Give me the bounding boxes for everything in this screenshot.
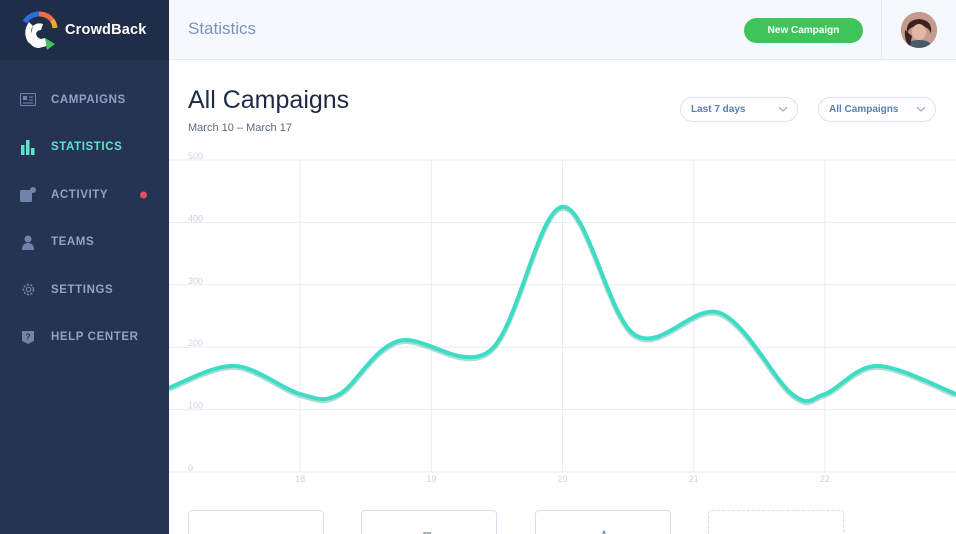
y-tick-label: 200: [188, 338, 203, 348]
sidebar-item-label: CAMPAIGNS: [51, 93, 126, 106]
document-icon: [423, 532, 432, 534]
top-header: Statistics New Campaign: [169, 0, 956, 60]
x-tick-label: 20: [557, 474, 567, 484]
summary-card[interactable]: [535, 510, 671, 534]
sidebar-nav: CAMPAIGNS STATISTICS ACTIVITY TEAMS SETT…: [0, 76, 169, 361]
y-tick-label: 400: [188, 213, 203, 223]
page-title: Statistics: [188, 19, 257, 38]
campaign-select-value: All Campaigns: [829, 104, 899, 115]
teams-icon: [20, 234, 36, 250]
header-divider: [881, 0, 882, 60]
brand-name: CrowdBack: [65, 22, 147, 38]
sidebar-item-help-center[interactable]: ? HELP CENTER: [0, 314, 169, 362]
sidebar: CrowdBack CAMPAIGNS STATISTICS ACTIVITY: [0, 0, 169, 534]
sidebar-item-label: STATISTICS: [51, 141, 123, 154]
notification-dot: [140, 191, 147, 199]
clock-icon: [189, 525, 325, 534]
sidebar-item-label: SETTINGS: [51, 283, 114, 296]
activity-icon: [20, 187, 36, 203]
sidebar-item-label: HELP CENTER: [51, 331, 139, 344]
date-range: March 10 – March 17: [188, 122, 292, 134]
svg-text:?: ?: [26, 332, 31, 341]
x-tick-label: 22: [820, 474, 830, 484]
x-tick-label: 19: [426, 474, 436, 484]
x-tick-label: 21: [689, 474, 699, 484]
sidebar-item-activity[interactable]: ACTIVITY: [0, 171, 169, 219]
y-tick-label: 300: [188, 276, 203, 286]
new-campaign-button[interactable]: New Campaign: [744, 18, 863, 43]
sidebar-item-settings[interactable]: SETTINGS: [0, 266, 169, 314]
add-card-placeholder[interactable]: [708, 510, 844, 534]
period-select[interactable]: Last 7 days: [680, 97, 798, 122]
chevron-down-icon: [916, 106, 926, 112]
sidebar-item-label: ACTIVITY: [51, 188, 109, 201]
period-select-value: Last 7 days: [691, 104, 746, 115]
bar-chart-icon: [20, 139, 36, 155]
main-title: All Campaigns: [188, 86, 350, 114]
sidebar-item-label: TEAMS: [51, 236, 95, 249]
gear-icon: [20, 282, 36, 298]
statistics-line-chart: 0 100 200 300 400 500 18 19 20 21 22: [169, 151, 956, 484]
sidebar-item-campaigns[interactable]: CAMPAIGNS: [0, 76, 169, 124]
campaign-select[interactable]: All Campaigns: [818, 97, 936, 122]
help-icon: ?: [20, 329, 36, 345]
y-tick-label: 0: [188, 463, 193, 473]
user-photo-icon: [901, 12, 937, 48]
chart-x-axis: 18 19 20 21 22: [295, 474, 830, 484]
sidebar-item-statistics[interactable]: STATISTICS: [0, 124, 169, 172]
brand-bar: CrowdBack: [0, 0, 169, 60]
pin-icon: [602, 529, 606, 534]
summary-card[interactable]: [361, 510, 497, 534]
x-tick-label: 18: [295, 474, 305, 484]
chart-y-axis: 0 100 200 300 400 500: [188, 151, 203, 473]
campaigns-icon: [20, 92, 36, 108]
sidebar-item-teams[interactable]: TEAMS: [0, 219, 169, 267]
avatar[interactable]: [901, 12, 937, 48]
y-tick-label: 100: [188, 401, 203, 411]
chevron-down-icon: [778, 106, 788, 112]
crowdback-logo-icon[interactable]: [19, 8, 59, 52]
y-tick-label: 500: [188, 151, 203, 161]
summary-card[interactable]: [188, 510, 324, 534]
